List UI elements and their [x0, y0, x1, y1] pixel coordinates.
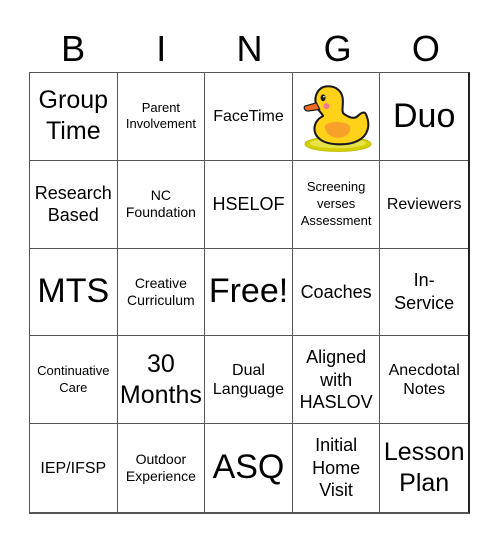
bingo-cell-n-2[interactable]: HSELOF	[205, 160, 293, 249]
bingo-cell-o-5[interactable]: Lesson Plan	[380, 424, 468, 512]
bingo-cell-g-3[interactable]: Coaches	[292, 248, 381, 337]
cell-label: Duo	[393, 96, 456, 135]
cell-label: Group Time	[38, 86, 109, 146]
bingo-cell-o-3[interactable]: In- Service	[380, 249, 468, 337]
cell-label: Reviewers	[386, 195, 462, 213]
bingo-cell-o-1[interactable]: Duo	[380, 73, 468, 161]
cell-label: MTS	[37, 272, 110, 311]
cell-label: Research Based	[34, 182, 112, 226]
cell-label: Coaches	[300, 281, 372, 302]
header-letter-g: G	[323, 28, 352, 69]
cell-label: Parent Involvement	[125, 99, 196, 132]
bingo-cell-i-5[interactable]: Outdoor Experience	[118, 424, 206, 512]
bingo-cell-g-5[interactable]: Initial Home Visit	[293, 424, 381, 512]
cell-label: Aligned with HASLOV	[299, 347, 373, 413]
cell-label: FaceTime	[213, 107, 284, 125]
bingo-cell-b-5[interactable]: IEP/IFSP	[30, 424, 118, 512]
cell-label: In- Service	[394, 270, 455, 313]
cell-label: Outdoor Experience	[125, 451, 196, 485]
cell-label: Screening verses Assessment	[300, 178, 372, 228]
bingo-cell-n-1[interactable]: FaceTime	[205, 73, 293, 161]
bingo-cell-b-1[interactable]: Group Time	[30, 73, 118, 161]
cell-label: Continuative Care	[37, 362, 110, 395]
bingo-cell-g-4[interactable]: Aligned with HASLOV	[292, 336, 381, 425]
cell-label: Creative Curriculum	[127, 275, 195, 308]
header-letter-i: I	[156, 28, 167, 69]
bingo-cell-i-2[interactable]: NC Foundation	[117, 160, 206, 249]
cell-label: Free!	[208, 272, 289, 311]
header-letter-n: N	[236, 28, 263, 69]
rubber-duck-icon	[303, 85, 372, 153]
bingo-cell-b-2[interactable]: Research Based	[30, 160, 118, 249]
cell-label: Dual Language	[212, 361, 285, 398]
bingo-cell-o-4[interactable]: Anecdotal Notes	[380, 336, 468, 425]
bingo-cell-g-2[interactable]: Screening verses Assessment	[292, 160, 381, 249]
cell-label: NC Foundation	[125, 187, 196, 221]
bingo-cell-i-4[interactable]: 30 Months	[117, 336, 206, 425]
cell-label: ASQ	[212, 448, 285, 487]
header-letter-o: O	[411, 28, 440, 69]
cell-label: Lesson Plan	[383, 437, 465, 498]
bingo-cell-n-5[interactable]: ASQ	[205, 424, 293, 512]
bingo-cell-g-1[interactable]	[292, 73, 381, 161]
cell-label: IEP/IFSP	[40, 459, 107, 477]
bingo-cell-b-4[interactable]: Continuative Care	[30, 336, 118, 425]
bingo-cell-i-1[interactable]: Parent Involvement	[117, 73, 206, 161]
cell-label: Initial Home Visit	[312, 435, 361, 501]
bingo-header: B I N G O	[29, 24, 470, 72]
cell-label: Anecdotal Notes	[388, 361, 460, 398]
bingo-cell-o-2[interactable]: Reviewers	[380, 161, 468, 249]
cell-label: HSELOF	[212, 193, 285, 214]
bingo-cell-n-4[interactable]: Dual Language	[205, 336, 293, 425]
bingo-cell-n-3[interactable]: Free!	[205, 248, 293, 337]
bingo-cell-b-3[interactable]: MTS	[30, 248, 118, 337]
cell-label: 30 Months	[119, 349, 202, 409]
bingo-cell-i-3[interactable]: Creative Curriculum	[117, 248, 206, 337]
header-letter-b: B	[61, 28, 86, 69]
bingo-grid: Group Time Parent Involvement FaceTime Duo…	[29, 72, 470, 514]
